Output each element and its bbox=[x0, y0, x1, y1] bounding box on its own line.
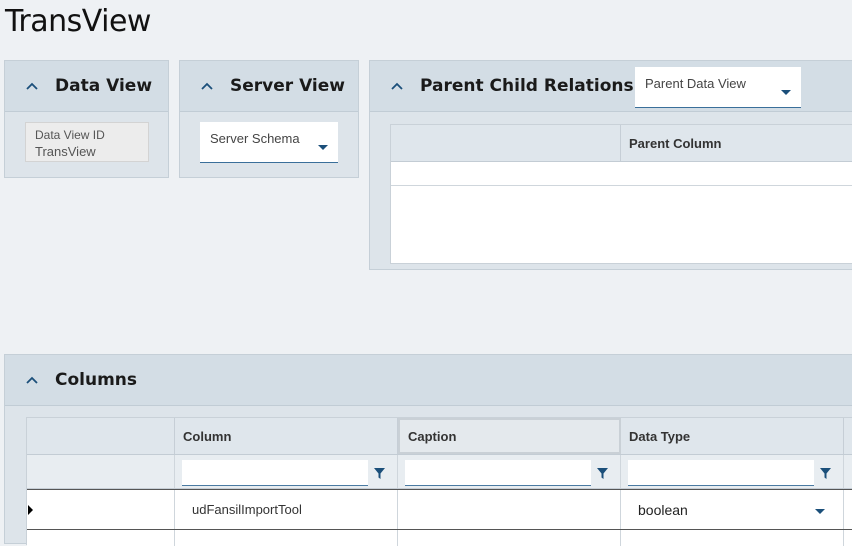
row-selector[interactable] bbox=[27, 490, 175, 529]
chevron-up-icon[interactable] bbox=[23, 77, 41, 95]
column-filter-input[interactable] bbox=[182, 460, 368, 486]
parent-child-panel: Parent Child Relationships Parent Data V… bbox=[369, 60, 852, 270]
filter-icon[interactable] bbox=[815, 463, 835, 483]
chevron-up-icon[interactable] bbox=[198, 77, 216, 95]
parent-child-filter-row bbox=[391, 162, 852, 186]
data-view-panel-header[interactable]: Data View bbox=[5, 61, 168, 112]
data-view-panel: Data View Data View ID TransView bbox=[4, 60, 169, 178]
divider bbox=[843, 530, 844, 546]
divider bbox=[620, 530, 621, 546]
divider bbox=[620, 455, 621, 488]
divider bbox=[174, 455, 175, 488]
parent-child-grid-header: Parent Column bbox=[391, 125, 852, 162]
parent-data-view-placeholder: Parent Data View bbox=[645, 76, 746, 91]
cell-column-name[interactable]: udFansilImportTool bbox=[175, 490, 398, 529]
divider bbox=[174, 530, 175, 546]
filter-icon[interactable] bbox=[369, 463, 389, 483]
table-row[interactable]: udFansilImportTool boolean bbox=[27, 489, 852, 530]
data-type-value: boolean bbox=[638, 501, 688, 518]
server-view-panel-header[interactable]: Server View bbox=[180, 61, 358, 112]
columns-panel: Columns Column Caption Data Type udFansi… bbox=[4, 354, 852, 546]
column-header-next[interactable] bbox=[844, 418, 852, 454]
server-view-panel: Server View Server Schema bbox=[179, 60, 359, 178]
column-header-caption[interactable]: Caption bbox=[398, 418, 621, 454]
divider bbox=[843, 455, 844, 488]
column-header-data-type[interactable]: Data Type bbox=[621, 418, 844, 454]
column-header-blank bbox=[391, 125, 621, 161]
data-view-id-value: TransView bbox=[35, 144, 96, 159]
row-indicator-icon bbox=[28, 504, 33, 515]
columns-panel-header[interactable]: Columns bbox=[5, 355, 852, 406]
caret-down-icon bbox=[318, 145, 328, 150]
server-schema-dropdown[interactable]: Server Schema bbox=[200, 122, 338, 163]
columns-filter-row bbox=[27, 455, 852, 489]
filter-icon[interactable] bbox=[592, 463, 612, 483]
cell-caption[interactable] bbox=[398, 490, 621, 529]
caret-down-icon bbox=[815, 509, 825, 514]
columns-grid-header: Column Caption Data Type bbox=[27, 418, 852, 455]
data-view-panel-title: Data View bbox=[55, 76, 153, 96]
chevron-up-icon[interactable] bbox=[388, 77, 406, 95]
cell-next[interactable] bbox=[844, 490, 852, 529]
page-title: TransView bbox=[5, 4, 151, 39]
column-header-column[interactable]: Column bbox=[175, 418, 398, 454]
data-view-id-label: Data View ID bbox=[35, 128, 105, 142]
chevron-up-icon[interactable] bbox=[23, 371, 41, 389]
cell-data-type-dropdown[interactable]: boolean bbox=[621, 490, 844, 529]
data-view-id-field: Data View ID TransView bbox=[25, 122, 149, 162]
divider bbox=[397, 455, 398, 488]
divider bbox=[397, 530, 398, 546]
data-type-filter-input[interactable] bbox=[628, 460, 814, 486]
parent-child-grid: Parent Column bbox=[390, 124, 852, 264]
server-view-panel-title: Server View bbox=[230, 76, 345, 96]
column-header-blank bbox=[27, 418, 175, 454]
server-schema-placeholder: Server Schema bbox=[210, 131, 300, 146]
table-row[interactable] bbox=[27, 530, 852, 546]
parent-data-view-dropdown[interactable]: Parent Data View bbox=[635, 67, 801, 108]
columns-grid: Column Caption Data Type udFansilImportT… bbox=[26, 417, 852, 546]
column-header-parent-column[interactable]: Parent Column bbox=[621, 125, 852, 161]
columns-panel-title: Columns bbox=[55, 370, 138, 390]
caption-filter-input[interactable] bbox=[405, 460, 591, 486]
caret-down-icon bbox=[781, 90, 791, 95]
